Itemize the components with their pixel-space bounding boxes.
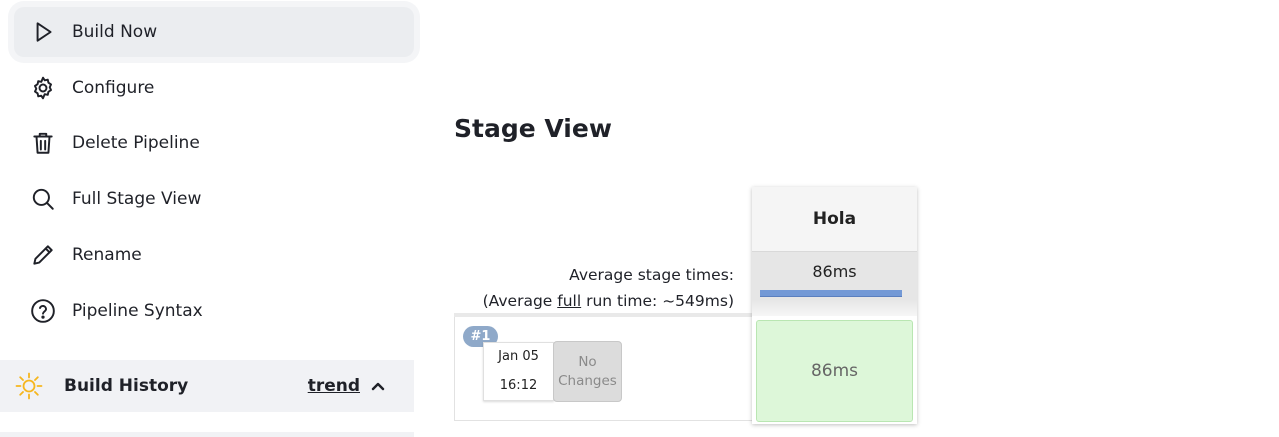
full-link[interactable]: full xyxy=(557,292,581,310)
rename-task[interactable]: Rename xyxy=(14,230,414,280)
stage-header: Hola xyxy=(752,187,917,252)
build-history-header: Build History trend xyxy=(0,360,414,412)
divider xyxy=(752,300,917,316)
task-label: Pipeline Syntax xyxy=(72,301,203,321)
average-times-label: Average stage times: (Average full run t… xyxy=(483,262,734,314)
build-date-box: Jan 05 16:12 xyxy=(483,342,554,401)
task-label: Rename xyxy=(72,245,142,265)
stage-average-bar xyxy=(760,290,902,297)
average-stage-times: Average stage times: xyxy=(569,266,734,284)
delete-pipeline-task[interactable]: Delete Pipeline xyxy=(14,118,414,168)
sidebar: Build Now Configure Delete Pipeline Full… xyxy=(0,0,420,437)
task-label: Configure xyxy=(72,78,155,98)
task-label: Build Now xyxy=(72,22,158,42)
changes-line-2: Changes xyxy=(558,372,617,389)
chevron-up-icon[interactable] xyxy=(370,377,388,395)
stage-average: 86ms xyxy=(752,252,917,300)
trash-icon xyxy=(29,129,57,157)
trend-link[interactable]: trend xyxy=(308,376,360,396)
pipeline-syntax-task[interactable]: Pipeline Syntax xyxy=(14,286,414,336)
gear-icon xyxy=(29,74,57,102)
stage-cell[interactable]: 86ms xyxy=(756,320,913,422)
task-label: Delete Pipeline xyxy=(72,133,200,153)
play-icon xyxy=(29,18,57,46)
page-title: Stage View xyxy=(454,114,612,143)
build-date: Jan 05 xyxy=(498,349,539,364)
stage-column-hola: Hola 86ms 86ms xyxy=(752,187,917,424)
help-circle-icon xyxy=(29,297,57,325)
average-run-time: (Average full run time: ~549ms) xyxy=(482,292,734,310)
changes-box[interactable]: No Changes xyxy=(553,341,622,402)
build-now-task[interactable]: Build Now xyxy=(14,7,414,57)
changes-line-1: No xyxy=(578,353,597,370)
build-time: 16:12 xyxy=(499,378,538,393)
search-icon xyxy=(29,185,57,213)
build-history-title: Build History xyxy=(64,376,189,396)
pencil-icon xyxy=(29,241,57,269)
configure-task[interactable]: Configure xyxy=(14,63,414,113)
sun-icon xyxy=(14,371,44,401)
build-history-list xyxy=(0,432,414,437)
full-stage-view-task[interactable]: Full Stage View xyxy=(14,174,414,224)
stage-average-time: 86ms xyxy=(812,262,857,281)
task-label: Full Stage View xyxy=(72,189,202,209)
divider xyxy=(454,313,752,317)
